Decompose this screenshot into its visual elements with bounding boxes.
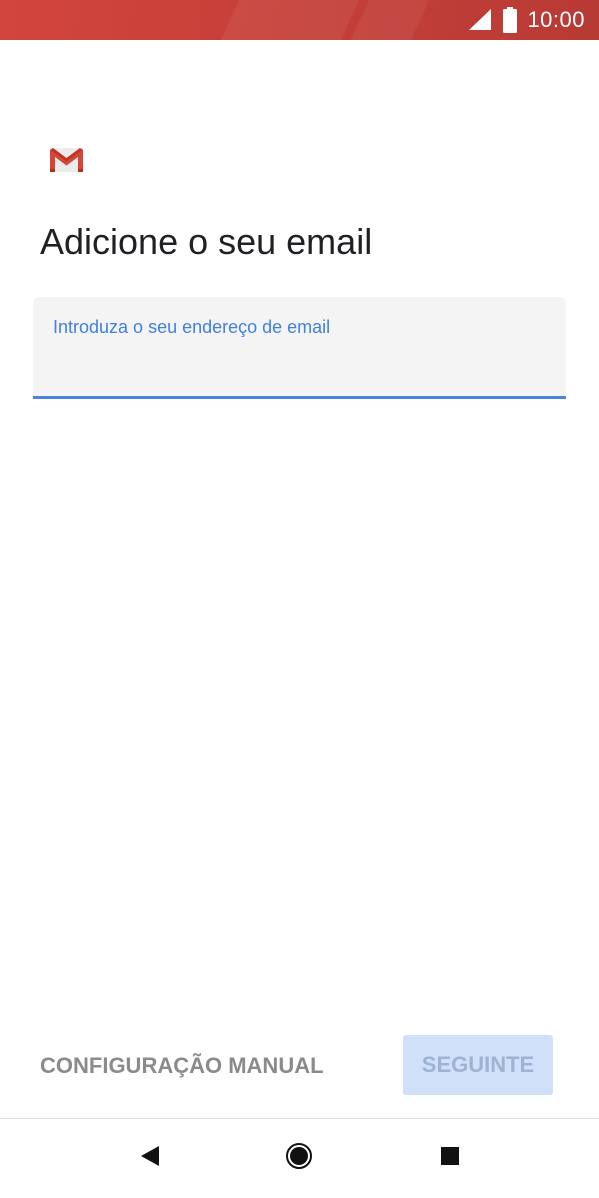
signal-icon [467, 8, 493, 32]
status-icons: 10:00 [467, 0, 585, 40]
recents-button[interactable] [437, 1145, 463, 1171]
battery-icon [503, 7, 518, 33]
email-input[interactable] [53, 347, 547, 385]
manual-setup-button[interactable]: CONFIGURAÇÃO MANUAL [40, 1046, 324, 1086]
email-setup-screen: 10:00 Adicione o seu email Introduza o s… [0, 0, 599, 1198]
status-bar-facet [350, 0, 430, 40]
back-triangle-icon [139, 1144, 161, 1173]
home-button[interactable] [286, 1142, 312, 1174]
email-field-label: Introduza o seu endereço de email [53, 317, 331, 337]
navigation-bar [0, 1119, 599, 1198]
status-time: 10:00 [527, 7, 585, 32]
gmail-logo-icon [47, 146, 86, 174]
page-title: Adicione o seu email [40, 221, 373, 262]
status-bar: 10:00 [0, 0, 599, 40]
next-button[interactable]: SEGUINTE [403, 1035, 553, 1095]
next-button-label: SEGUINTE [421, 1052, 535, 1077]
recents-square-icon [439, 1145, 461, 1172]
email-field[interactable]: Introduza o seu endereço de email [33, 297, 566, 399]
home-circle-icon [286, 1142, 312, 1174]
back-button[interactable] [137, 1145, 163, 1171]
status-bar-facet [220, 0, 360, 40]
